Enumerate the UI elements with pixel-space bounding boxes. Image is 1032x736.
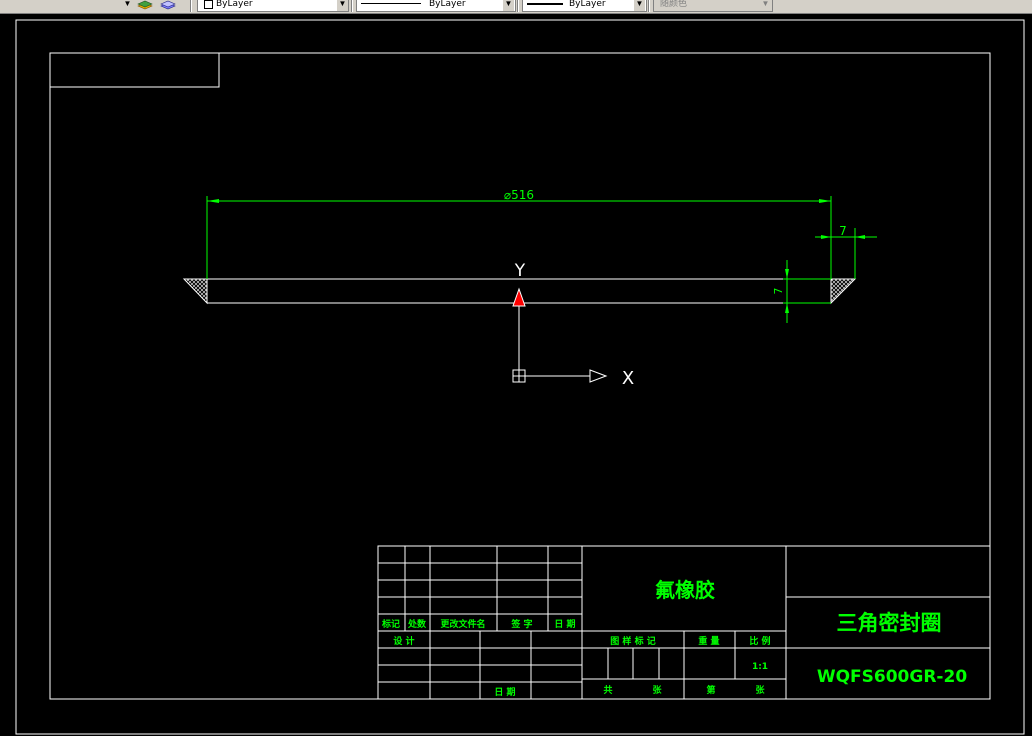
chevron-down-icon[interactable]: ▼ xyxy=(503,0,514,11)
hdr-scale: 比 例 xyxy=(749,635,770,647)
lineweight-sample xyxy=(527,2,563,5)
dim-width-text: 7 xyxy=(839,224,847,238)
hdr-total: 共 xyxy=(603,684,612,696)
ucs-x-arrow-icon xyxy=(589,369,608,383)
hdr-sign: 签 字 xyxy=(510,618,532,630)
plotstyle-control: 随颜色 xyxy=(653,0,773,12)
hdr-doc: 更改文件名 xyxy=(440,618,485,630)
toolbar-separator xyxy=(190,0,192,12)
drawing-canvas[interactable]: ⌀516 7 7 Y X 标记 处数 更改文件名 签 字 日 期 设 计 日 期… xyxy=(0,13,1032,736)
color-value: ByLayer xyxy=(216,0,253,9)
right-hatch-triangle xyxy=(830,278,857,305)
top-left-box xyxy=(49,52,220,88)
ucs-y-label: Y xyxy=(514,261,526,281)
part-name-text: 三角密封圈 xyxy=(837,611,942,635)
lineweight-value: ByLayer xyxy=(569,0,606,9)
dim-height-text: 7 xyxy=(772,288,785,295)
ucs-y-arrow-icon xyxy=(512,287,526,307)
scale-value: 1:1 xyxy=(752,662,768,672)
hdr-date: 日 期 xyxy=(554,618,575,630)
width-dimension[interactable]: 7 xyxy=(815,224,877,279)
ucs-icon: Y X xyxy=(512,261,634,389)
hdr-stage: 图 样 标 记 xyxy=(610,635,655,647)
chevron-down-icon[interactable]: ▼ xyxy=(634,0,645,11)
color-swatch-icon xyxy=(204,0,213,9)
linetype-value: ByLayer xyxy=(429,0,466,9)
chevron-down-icon[interactable]: ▼ xyxy=(337,0,348,11)
properties-toolbar: ▼ ByLayer ▼ ByLayer ▼ ByLayer ▼ 随颜色 ▼ xyxy=(0,0,1032,14)
layer-previous-icon[interactable] xyxy=(160,0,176,11)
toolbar-separator xyxy=(648,0,650,12)
hdr-weight: 重 量 xyxy=(698,635,719,647)
material-text: 氟橡胶 xyxy=(655,578,715,602)
hdr-mark: 标记 xyxy=(381,618,400,630)
height-dimension[interactable]: 7 xyxy=(772,260,831,323)
title-block-text: 标记 处数 更改文件名 签 字 日 期 设 计 日 期 图 样 标 记 重 量 … xyxy=(381,578,967,698)
plotstyle-value: 随颜色 xyxy=(660,0,688,9)
ucs-x-label: X xyxy=(622,368,634,389)
hdr-design: 设 计 xyxy=(393,635,414,647)
color-control[interactable]: ByLayer xyxy=(197,0,349,12)
toolbar-separator xyxy=(351,0,353,12)
dim-diameter-text: ⌀516 xyxy=(504,188,534,202)
hdr-sheet2: 张 xyxy=(755,684,765,696)
hdr-no: 第 xyxy=(706,684,715,696)
hdr-date2: 日 期 xyxy=(494,686,515,698)
linetype-control[interactable]: ByLayer xyxy=(356,0,516,12)
lineweight-control[interactable]: ByLayer xyxy=(522,0,647,12)
layer-stack-icon[interactable] xyxy=(137,0,153,11)
chevron-down-icon[interactable]: ▼ xyxy=(122,0,133,11)
part-number-text: WQFS600GR-20 xyxy=(817,667,967,687)
left-hatch-triangle xyxy=(182,278,208,305)
toolbar-separator xyxy=(517,0,519,12)
linetype-sample xyxy=(361,3,421,4)
hdr-sheet: 张 xyxy=(652,684,662,696)
hdr-count: 处数 xyxy=(407,618,427,630)
chevron-down-icon: ▼ xyxy=(760,0,771,11)
